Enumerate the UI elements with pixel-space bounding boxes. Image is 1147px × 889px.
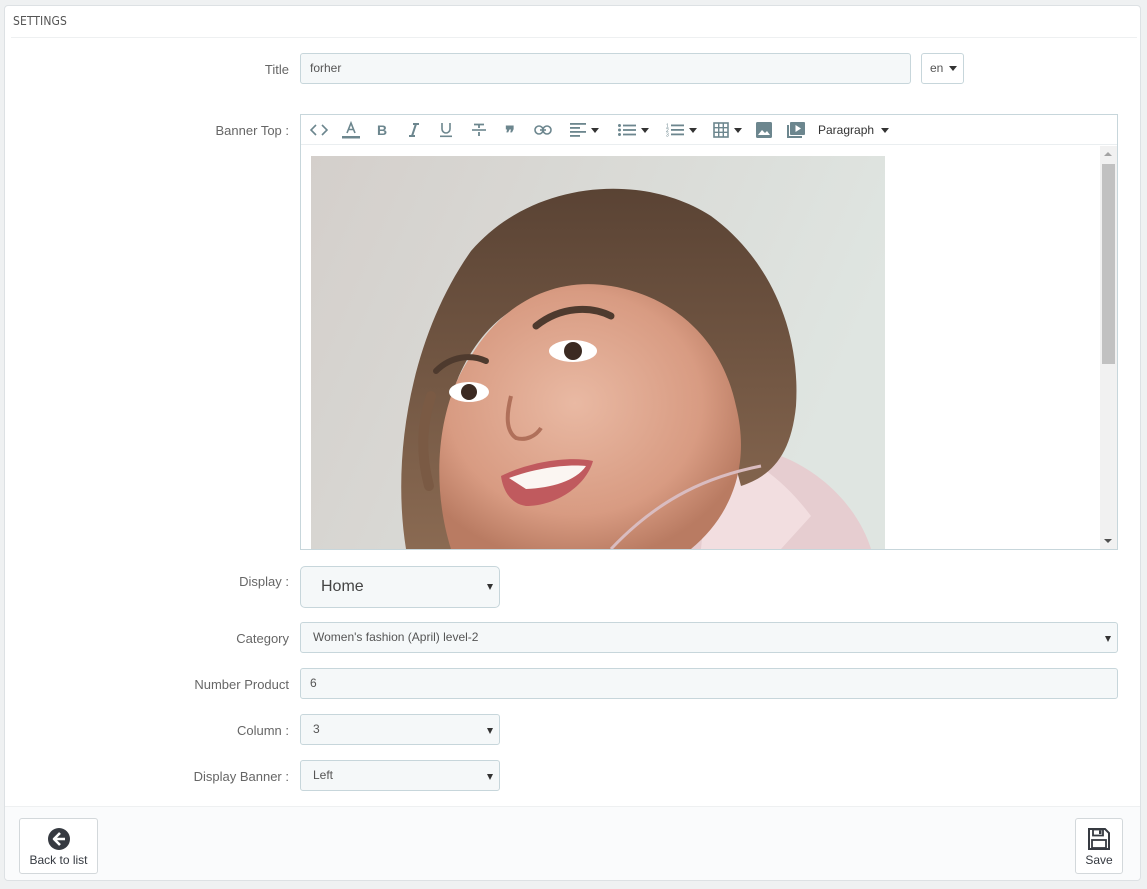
title-input[interactable]: forher (300, 53, 911, 84)
display-select[interactable]: Home (300, 566, 500, 608)
rich-text-editor[interactable]: B ❞ 123 Paragraph (300, 114, 1118, 550)
display-banner-label: Display Banner : (193, 769, 289, 784)
category-label: Category (236, 631, 289, 646)
column-label: Column : (236, 723, 289, 738)
number-product-label: Number Product (194, 677, 289, 692)
numbered-list-icon[interactable]: 123 (662, 121, 700, 139)
save-icon (1088, 828, 1110, 850)
title-label: Title (264, 62, 289, 77)
scroll-down-icon[interactable] (1104, 539, 1112, 543)
column-select[interactable]: 3 (300, 714, 500, 745)
save-label: Save (1085, 853, 1113, 867)
table-icon[interactable] (710, 121, 744, 139)
display-value: Home (321, 578, 364, 595)
back-to-list-button[interactable]: Back to list (19, 818, 98, 874)
image-icon[interactable] (756, 121, 772, 139)
arrow-circle-left-icon (47, 828, 70, 850)
panel-footer: Back to list Save (5, 806, 1140, 880)
media-icon[interactable] (787, 121, 805, 139)
caret-down-icon (487, 774, 493, 780)
display-label: Display : (239, 574, 289, 589)
save-button[interactable]: Save (1075, 818, 1123, 874)
scroll-thumb[interactable] (1102, 164, 1115, 364)
settings-panel: SETTINGS Title forher en Banner Top : B … (4, 5, 1141, 881)
caret-down-icon (1105, 636, 1111, 642)
caret-down-icon (487, 728, 493, 734)
blockquote-icon[interactable]: ❞ (503, 121, 517, 142)
editor-content[interactable] (301, 146, 1100, 549)
display-banner-select[interactable]: Left (300, 760, 500, 791)
bullet-list-icon[interactable] (614, 121, 652, 139)
underline-icon[interactable] (439, 121, 453, 139)
align-left-icon[interactable] (566, 121, 602, 139)
text-color-icon[interactable] (341, 121, 361, 139)
link-icon[interactable] (534, 121, 552, 139)
banner-top-label: Banner Top : (215, 123, 289, 138)
display-banner-value: Left (313, 768, 334, 782)
caret-down-icon (640, 127, 649, 133)
category-select[interactable]: Women's fashion (April) level-2 (300, 622, 1118, 653)
caret-down-icon (733, 127, 742, 133)
caret-down-icon (948, 66, 957, 72)
language-dropdown[interactable]: en (921, 53, 964, 84)
editor-toolbar: B ❞ 123 Paragraph (301, 115, 1117, 145)
language-code: en (930, 61, 944, 75)
format-label: Paragraph (818, 123, 875, 137)
column-value: 3 (313, 722, 320, 736)
caret-down-icon (881, 128, 890, 134)
editor-scrollbar[interactable] (1100, 146, 1117, 549)
scroll-up-icon[interactable] (1104, 152, 1112, 156)
caret-down-icon (590, 127, 599, 133)
svg-text:3: 3 (666, 133, 669, 138)
back-to-list-label: Back to list (29, 853, 88, 867)
code-view-icon[interactable] (310, 121, 328, 139)
caret-down-icon (487, 584, 493, 590)
banner-image[interactable] (311, 156, 885, 549)
italic-icon[interactable] (407, 121, 421, 139)
strikethrough-icon[interactable] (471, 121, 487, 139)
caret-down-icon (688, 127, 697, 133)
panel-heading: SETTINGS (11, 6, 1137, 38)
bold-icon[interactable]: B (375, 121, 389, 139)
category-value: Women's fashion (April) level-2 (313, 630, 479, 644)
number-product-input[interactable]: 6 (300, 668, 1118, 699)
format-dropdown[interactable]: Paragraph (818, 121, 890, 139)
